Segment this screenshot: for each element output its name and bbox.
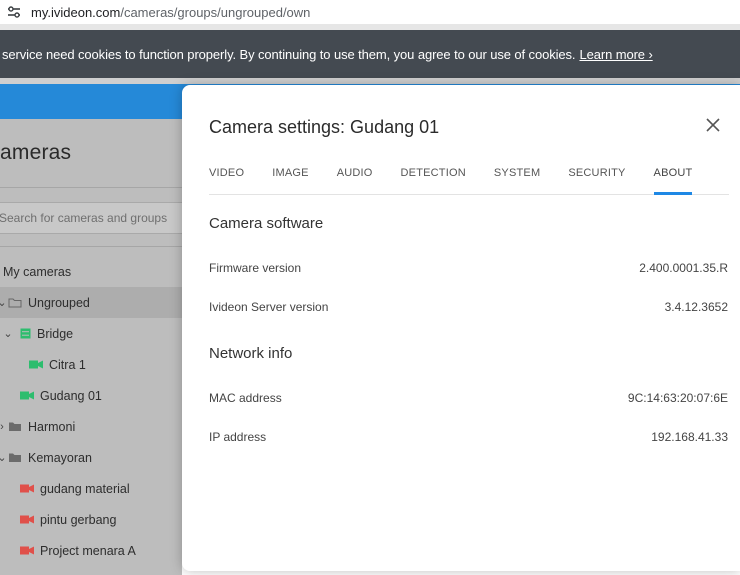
folder-icon	[8, 452, 22, 463]
search-box[interactable]	[0, 202, 182, 234]
camera-online-icon	[29, 360, 43, 369]
camera-offline-icon	[20, 484, 34, 493]
tree-item-citra-1[interactable]: Citra 1	[0, 349, 182, 380]
mac-address-value: 9C:14:63:20:07:6E	[627, 391, 728, 405]
tree-item-label: Ungrouped	[28, 295, 90, 310]
tree-item-label: pintu gerbang	[40, 512, 117, 527]
close-icon[interactable]	[706, 118, 724, 136]
tree-item-label: Gudang 01	[40, 388, 102, 403]
divider	[0, 246, 182, 247]
tree-item-gudang-material[interactable]: gudang material	[0, 473, 182, 504]
firmware-label: Firmware version	[209, 261, 302, 275]
tree-item-label: Harmoni	[28, 419, 76, 434]
tree-item-gudang-01[interactable]: Gudang 01	[0, 380, 182, 411]
tree-item-label: Project menara A	[40, 543, 136, 558]
server-version-value: 3.4.12.3652	[664, 300, 728, 314]
tree-item-kemayoran[interactable]: ⌄ Kemayoran	[0, 442, 182, 473]
sidebar-title: ameras	[0, 141, 72, 164]
search-input[interactable]	[0, 210, 182, 226]
cookie-banner: service need cookies to function properl…	[0, 30, 740, 78]
camera-settings-dialog: Camera settings: Gudang 01 VIDEO IMAGE A…	[182, 85, 740, 571]
tab-audio[interactable]: AUDIO	[337, 167, 373, 194]
folder-icon	[8, 421, 22, 432]
tree-item-label: My cameras	[3, 264, 72, 279]
chevron-down-icon[interactable]: ⌄	[0, 296, 8, 309]
dialog-title: Camera settings: Gudang 01	[209, 117, 440, 137]
firmware-value: 2.400.0001.35.R	[639, 261, 728, 275]
tab-video[interactable]: VIDEO	[209, 167, 244, 194]
mac-address-label: MAC address	[209, 391, 282, 405]
ip-address-label: IP address	[209, 430, 267, 444]
url-text[interactable]: my.ivideon.com/cameras/groups/ungrouped/…	[31, 5, 310, 20]
chevron-right-icon[interactable]: ›	[0, 421, 8, 433]
cookie-text: service need cookies to function properl…	[2, 46, 576, 62]
tree-item-label: gudang material	[40, 481, 130, 496]
tree-item-project-menara-a[interactable]: Project menara A	[0, 535, 182, 566]
network-info-heading: Network info	[209, 345, 293, 362]
folder-icon	[8, 297, 22, 308]
server-version-label: Ivideon Server version	[209, 300, 329, 314]
chevron-down-icon[interactable]: ⌄	[0, 451, 8, 464]
tree-item-pintu-gerbang[interactable]: pintu gerbang	[0, 504, 182, 535]
server-icon	[20, 328, 31, 339]
chevron-down-icon[interactable]: ⌄	[2, 327, 14, 340]
ip-address-value: 192.168.41.33	[651, 430, 728, 444]
tree-item-my-cameras[interactable]: My cameras	[0, 256, 182, 287]
url-path: /cameras/groups/ungrouped/own	[120, 4, 311, 20]
tree-item-label: Kemayoran	[28, 450, 92, 465]
address-bar[interactable]: my.ivideon.com/cameras/groups/ungrouped/…	[0, 0, 740, 25]
url-host: my.ivideon.com	[31, 4, 121, 20]
camera-offline-icon	[20, 546, 34, 555]
tab-detection[interactable]: DETECTION	[401, 167, 466, 194]
tab-about[interactable]: ABOUT	[653, 167, 693, 195]
tab-security[interactable]: SECURITY	[568, 167, 625, 194]
tree-item-label: Bridge	[37, 326, 74, 341]
tree-item-bridge[interactable]: ⌄ Bridge	[0, 318, 182, 349]
camera-software-heading: Camera software	[209, 215, 324, 232]
site-settings-icon[interactable]	[7, 6, 21, 18]
divider	[0, 187, 182, 188]
tree-item-ungrouped[interactable]: ⌄ Ungrouped	[0, 287, 182, 318]
camera-online-icon	[20, 391, 34, 400]
camera-offline-icon	[20, 515, 34, 524]
tab-system[interactable]: SYSTEM	[494, 167, 540, 194]
tab-image[interactable]: IMAGE	[272, 167, 308, 194]
tree-item-harmoni[interactable]: › Harmoni	[0, 411, 182, 442]
learn-more-link[interactable]: Learn more ›	[579, 47, 652, 62]
tree-item-label: Citra 1	[49, 357, 86, 372]
sidebar: ameras My cameras ⌄ Ungrouped ⌄ Bridge C…	[0, 119, 182, 575]
settings-tabs: VIDEO IMAGE AUDIO DETECTION SYSTEM SECUR…	[209, 167, 729, 195]
